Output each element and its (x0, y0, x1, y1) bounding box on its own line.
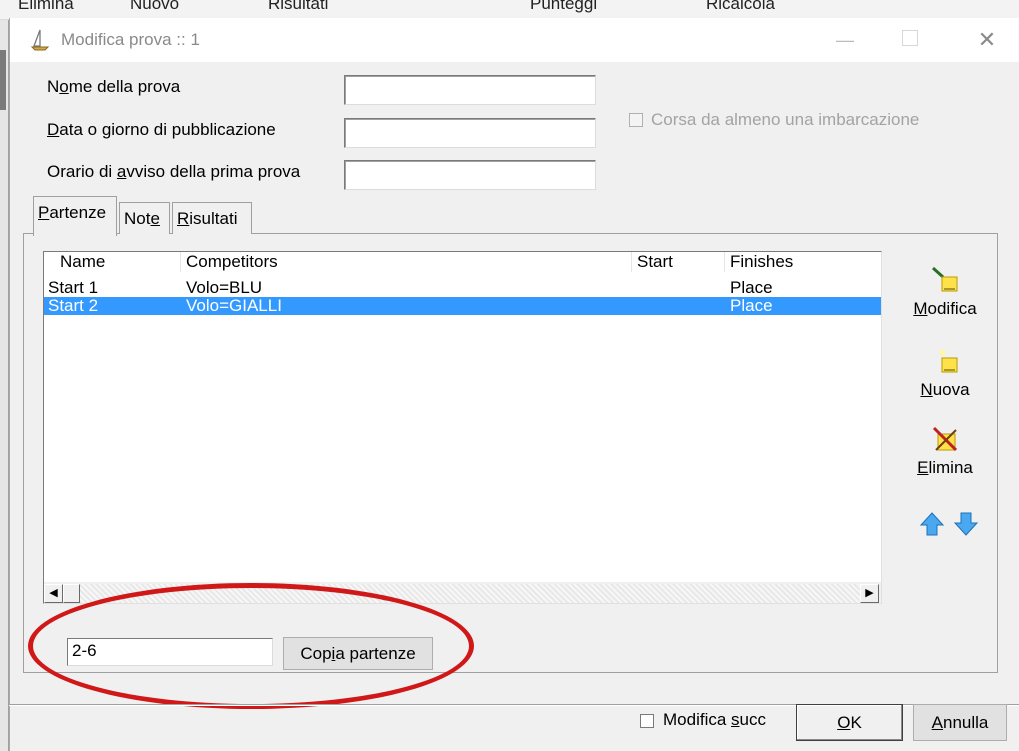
scrollbar-track[interactable] (80, 584, 860, 603)
background-window-edge (0, 20, 9, 751)
scrollbar-thumb[interactable] (63, 584, 80, 603)
new-start-icon (940, 350, 958, 373)
single-boat-race-checkbox[interactable] (629, 113, 643, 127)
single-boat-race-label: Corsa da almeno una imbarcazione (651, 110, 920, 129)
column-header-finishes[interactable]: Finishes (730, 252, 793, 272)
bg-toolbar-item: Punteggi (530, 0, 598, 13)
background-toolbar: Elimina Nuovo Risultati Punteggi Ricalco… (0, 0, 1019, 20)
list-row[interactable]: Start 1 Volo=BLU Place (44, 279, 881, 297)
dialog-title: Modifica prova :: 1 (61, 30, 200, 49)
publication-date-label: Data o giorno di pubblicazione (47, 120, 276, 139)
row-name: Start 2 (48, 296, 99, 315)
scroll-right-arrow-icon[interactable]: ▶ (860, 584, 879, 603)
publication-date-input[interactable] (344, 118, 596, 148)
sailboat-icon (30, 29, 50, 51)
warning-time-input[interactable] (344, 160, 596, 190)
tab-risultati[interactable]: Risultati (172, 202, 252, 234)
column-header-start[interactable]: Start (637, 252, 673, 272)
delete-start-icon (932, 426, 958, 452)
starts-list[interactable]: Name Competitors Start Finishes Start 1 … (43, 251, 882, 604)
move-up-arrow-icon[interactable] (919, 511, 945, 537)
close-button[interactable]: ✕ (972, 26, 1002, 54)
column-header-competitors[interactable]: Competitors (186, 252, 278, 272)
modify-start-button[interactable]: Modifica (900, 265, 990, 319)
tab-note[interactable]: Note (119, 202, 170, 234)
horizontal-scrollbar[interactable]: ◀ ▶ (44, 582, 881, 603)
row-competitors: Volo=BLU (186, 278, 263, 297)
new-start-button[interactable]: Nuova (900, 346, 990, 400)
list-row-selected[interactable]: Start 2 Volo=GIALLI Place (44, 297, 881, 315)
warning-time-label: Orario di avviso della prima prova (47, 162, 301, 181)
row-competitors: Volo=GIALLI (186, 296, 282, 315)
row-name: Start 1 (48, 278, 99, 297)
bg-toolbar-item: Ricalcola (706, 0, 775, 13)
scroll-left-arrow-icon[interactable]: ◀ (44, 584, 63, 603)
modify-next-checkbox[interactable] (640, 714, 654, 728)
cancel-button[interactable]: Annulla (913, 704, 1007, 741)
edit-start-icon (931, 266, 958, 292)
row-finishes: Place (730, 278, 773, 297)
row-finishes: Place (730, 296, 773, 315)
ok-button[interactable]: OK (796, 704, 903, 741)
race-name-label: Nome della prova (47, 77, 181, 96)
bg-toolbar-item: Elimina (18, 0, 74, 13)
copy-starts-button[interactable]: Copia partenze (283, 637, 433, 670)
race-name-input[interactable] (344, 75, 596, 105)
list-header: Name Competitors Start Finishes (44, 252, 881, 272)
bg-toolbar-item: Nuovo (130, 0, 180, 13)
delete-start-button[interactable]: Elimina (900, 424, 990, 478)
column-header-name[interactable]: Name (60, 252, 105, 272)
bg-toolbar-item: Risultati (268, 0, 329, 13)
minimize-button[interactable]: — (830, 26, 860, 54)
copy-starts-input[interactable]: 2-6 (67, 638, 273, 666)
move-down-arrow-icon[interactable] (953, 511, 979, 537)
title-bar[interactable]: Modifica prova :: 1 — ✕ (10, 18, 1019, 62)
tab-partenze[interactable]: Partenze (33, 196, 117, 236)
maximize-button[interactable] (902, 30, 918, 46)
modify-next-label: Modifica succ (663, 710, 766, 729)
